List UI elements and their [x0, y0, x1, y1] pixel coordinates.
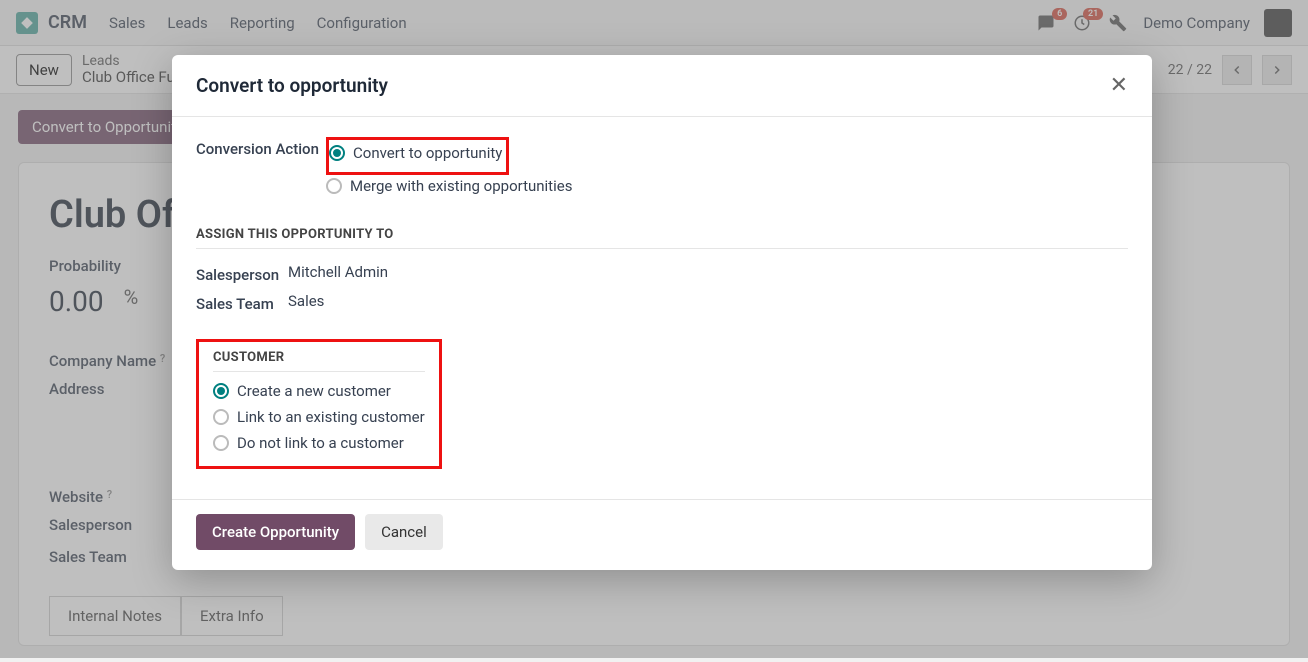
close-icon[interactable]: ✕: [1110, 73, 1128, 98]
radio-icon: [213, 383, 229, 399]
highlight-conversion-option: Convert to opportunity: [326, 137, 509, 175]
radio-icon: [329, 145, 345, 161]
create-opportunity-button[interactable]: Create Opportunity: [196, 514, 355, 550]
radio-icon: [213, 435, 229, 451]
cancel-button[interactable]: Cancel: [365, 514, 443, 550]
modal-sales-team-field[interactable]: Sales: [288, 292, 324, 310]
radio-convert-to-opportunity[interactable]: Convert to opportunity: [329, 144, 502, 162]
customer-section-title: CUSTOMER: [213, 350, 425, 372]
modal-title: Convert to opportunity: [196, 74, 388, 97]
highlight-customer-section: CUSTOMER Create a new customer Link to a…: [196, 339, 442, 469]
radio-merge-existing[interactable]: Merge with existing opportunities: [326, 177, 1128, 195]
radio-do-not-link-customer[interactable]: Do not link to a customer: [213, 434, 425, 452]
radio-icon: [213, 409, 229, 425]
radio-create-new-customer[interactable]: Create a new customer: [213, 382, 425, 400]
modal-salesperson-field[interactable]: Mitchell Admin: [288, 263, 388, 281]
radio-link-existing-customer[interactable]: Link to an existing customer: [213, 408, 425, 426]
radio-icon: [326, 178, 342, 194]
modal-salesperson-label: Salesperson: [196, 263, 288, 284]
conversion-action-label: Conversion Action: [196, 137, 326, 158]
modal-sales-team-label: Sales Team: [196, 292, 288, 313]
assign-section-title: ASSIGN THIS OPPORTUNITY TO: [196, 227, 1128, 249]
convert-modal: Convert to opportunity ✕ Conversion Acti…: [172, 55, 1152, 570]
